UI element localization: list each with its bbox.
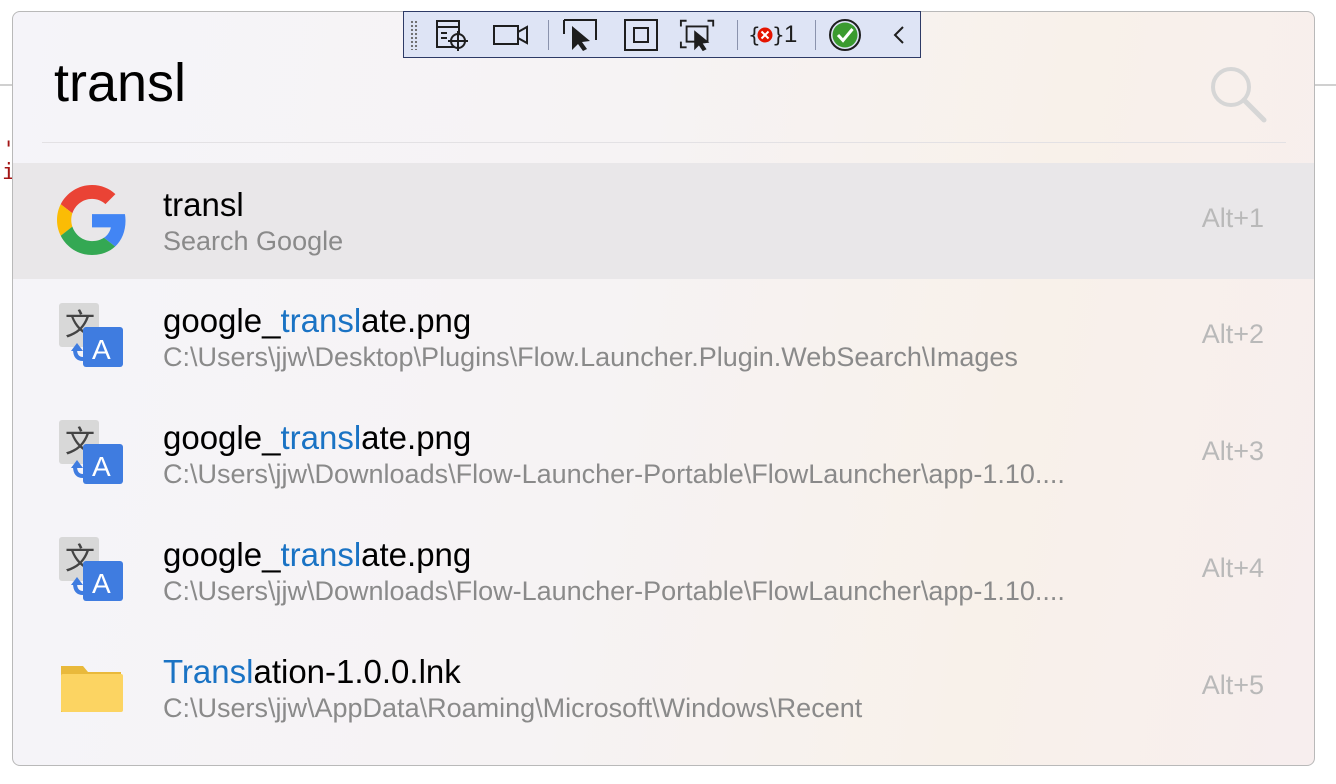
toolbar-separator [548,20,549,50]
result-hotkey: Alt+1 [1201,203,1264,233]
result-title-text: ate.png [361,302,472,339]
binding-error-count: 1 [784,21,798,48]
result-title-text: google_ [163,302,281,339]
result-item[interactable]: 文 A google_translate.png C:\Users\jjw\Dow… [13,513,1314,630]
binding-errors-icon[interactable]: { } [746,18,784,52]
result-title: transl [163,186,244,224]
result-subtitle: C:\Users\jjw\AppData\Roaming\Microsoft\W… [163,693,863,723]
launcher-window: transl transl Search Google Alt+1 文 A goog… [12,11,1315,766]
result-title-match: transl [280,419,362,456]
result-hotkey: Alt+3 [1201,436,1264,466]
result-title-text: ate.png [361,536,472,573]
result-subtitle: Search Google [163,226,344,256]
google-g-icon [57,185,127,255]
result-title-text: google_ [163,536,281,573]
result-title-text: transl [163,186,244,223]
toolbar-separator [737,20,738,50]
hot-reload-status-icon[interactable] [826,18,864,52]
folder-icon [57,652,127,722]
result-subtitle: C:\Users\jjw\Downloads\Flow-Launcher-Por… [163,576,1065,606]
result-title-text: ate.png [361,419,472,456]
result-title: google_translate.png [163,419,471,457]
translate-icon: 文 A [57,535,127,605]
translate-icon: 文 A [57,418,127,488]
search-divider [42,142,1286,143]
collapse-toolbar-chevron-icon[interactable] [880,18,918,52]
svg-text:A: A [92,451,111,482]
result-title: google_translate.png [163,536,471,574]
result-subtitle: C:\Users\jjw\Downloads\Flow-Launcher-Por… [163,459,1065,489]
result-item[interactable]: 文 A google_translate.png C:\Users\jjw\Des… [13,279,1314,396]
toolbar-grip-handle[interactable] [410,20,418,50]
record-video-icon[interactable] [492,18,530,52]
search-input[interactable]: transl [54,52,186,114]
svg-text:A: A [92,334,111,365]
result-hotkey: Alt+5 [1201,670,1264,700]
track-focused-element-icon[interactable] [679,18,717,52]
result-title-text: google_ [163,419,281,456]
result-title-match: Transl [163,653,254,690]
result-hotkey: Alt+2 [1201,319,1264,349]
result-item[interactable]: 文 A google_translate.png C:\Users\jjw\Dow… [13,396,1314,513]
result-title: Translation-1.0.0.lnk [163,653,461,691]
result-item[interactable]: transl Search Google Alt+1 [13,163,1314,279]
result-title-match: transl [280,302,362,339]
toolbar-separator [815,20,816,50]
select-element-icon[interactable] [562,18,600,52]
search-icon[interactable] [1206,62,1270,126]
result-title: google_translate.png [163,302,471,340]
svg-text:A: A [92,568,111,599]
result-title-text: ation-1.0.0.lnk [253,653,461,690]
results-list: transl Search Google Alt+1 文 A google_tran… [13,163,1314,747]
live-visual-tree-icon[interactable] [434,18,472,52]
result-hotkey: Alt+4 [1201,553,1264,583]
result-subtitle: C:\Users\jjw\Desktop\Plugins\Flow.Launch… [163,342,1018,372]
result-title-match: transl [280,536,362,573]
display-layout-adorners-icon[interactable] [622,18,660,52]
background-divider [1314,84,1336,86]
result-item[interactable]: Translation-1.0.0.lnk C:\Users\jjw\AppDat… [13,630,1314,747]
translate-icon: 文 A [57,301,127,371]
debug-toolbar: { } 1 [403,11,921,58]
svg-text:}: } [772,23,783,47]
